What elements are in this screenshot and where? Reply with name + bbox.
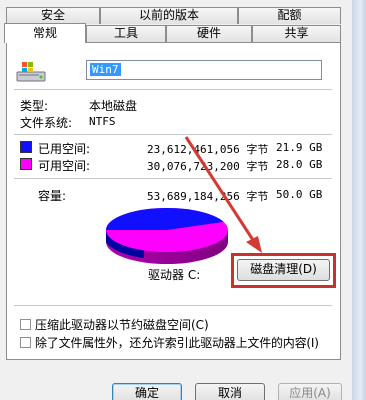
annotation-arrow <box>184 136 262 253</box>
